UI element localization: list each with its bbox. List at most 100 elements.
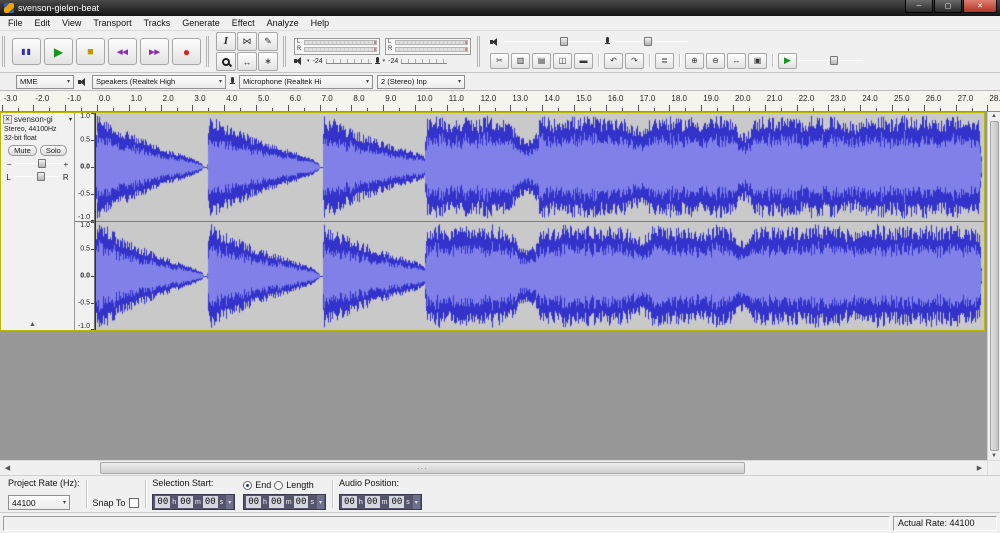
time-unit[interactable]: m [382,499,388,506]
toolbar-grabber[interactable] [206,36,211,67]
pan-slider-thumb[interactable] [37,172,45,181]
copy-button[interactable]: ▥ [511,53,530,69]
track-menu-arrow-icon[interactable]: ▾ [69,116,72,123]
selection-end-field[interactable]: 00h00m00s▾ [243,494,326,510]
maximize-button[interactable]: ▢ [934,0,962,13]
menu-transport[interactable]: Transport [87,16,137,30]
audio-position-field[interactable]: 00h00m00s▾ [339,494,422,510]
time-digit[interactable]: 00 [178,496,193,508]
draw-tool-button[interactable]: ✎ [258,32,278,51]
menu-generate[interactable]: Generate [176,16,226,30]
length-radio[interactable] [274,481,283,490]
time-unit[interactable]: s [310,499,314,506]
minimize-button[interactable]: ─ [905,0,933,13]
selection-tool-button[interactable]: I [216,32,236,51]
time-digit[interactable]: 00 [246,496,261,508]
track-name[interactable]: svenson-gi [14,115,53,124]
toolbar-grabber[interactable] [2,36,7,67]
time-digit[interactable]: 00 [294,496,309,508]
playback-device-select[interactable]: Speakers (Realtek High ▾ [92,75,226,89]
horizontal-scrollbar-track[interactable]: ··· [15,461,972,475]
snap-to-checkbox[interactable] [129,498,139,508]
close-button[interactable]: ✕ [963,0,997,13]
record-button[interactable]: ● [172,38,201,65]
menu-view[interactable]: View [56,16,87,30]
waveform-channel-right[interactable] [95,222,984,330]
play-button[interactable]: ▶ [44,38,73,65]
paste-button[interactable]: ▤ [532,53,551,69]
dropdown-arrow-icon[interactable]: ▾ [226,495,233,509]
recording-channels-select[interactable]: 2 (Stereo) Inp ▾ [377,75,465,89]
track-collapse-button[interactable]: ▲ [29,321,36,328]
dropdown-arrow-icon[interactable]: ▾ [413,495,420,509]
gain-slider[interactable] [15,159,61,169]
project-rate-select[interactable]: 44100 ▾ [8,495,70,510]
toolbar-grabber[interactable] [477,36,482,67]
time-unit[interactable]: m [286,499,292,506]
zoom-in-button[interactable]: ⊕ [685,53,704,69]
skip-to-start-button[interactable]: ◀◀ [108,38,137,65]
time-digit[interactable]: 00 [155,496,170,508]
sync-lock-button[interactable]: ≣ [655,53,674,69]
time-unit[interactable]: s [406,499,410,506]
input-volume-slider[interactable] [615,37,687,47]
vertical-scrollbar-thumb[interactable] [990,121,999,451]
time-digit[interactable]: 00 [365,496,380,508]
pause-button[interactable]: ▮▮ [12,38,41,65]
fit-project-button[interactable]: ▣ [748,53,767,69]
mute-button[interactable]: Mute [8,145,37,156]
playback-meter[interactable]: L R [294,38,380,55]
menu-tracks[interactable]: Tracks [138,16,177,30]
recording-meter[interactable]: L R [385,38,471,55]
time-unit[interactable]: h [172,499,176,506]
time-digit[interactable]: 00 [389,496,404,508]
output-volume-slider[interactable] [505,37,600,47]
zoom-tool-button[interactable] [216,52,236,71]
time-unit[interactable]: s [220,499,224,506]
gain-slider-thumb[interactable] [38,159,46,168]
multi-tool-button[interactable]: ∗ [258,52,278,71]
horizontal-scrollbar[interactable]: ◀ ··· ▶ [0,460,1000,475]
time-digit[interactable]: 00 [269,496,284,508]
selection-start-field[interactable]: 00h00m00s▾ [152,494,235,510]
menu-analyze[interactable]: Analyze [261,16,305,30]
time-digit[interactable]: 00 [203,496,218,508]
undo-button[interactable]: ↶ [604,53,623,69]
time-unit[interactable]: h [359,499,363,506]
track-close-button[interactable]: ✕ [3,115,12,124]
end-radio[interactable] [243,481,252,490]
menu-help[interactable]: Help [305,16,336,30]
zoom-out-button[interactable]: ⊖ [706,53,725,69]
redo-button[interactable]: ↷ [625,53,644,69]
toolbar-grabber[interactable] [283,36,288,67]
scroll-up-arrow-icon[interactable]: ▲ [991,113,997,119]
timeline-ruler[interactable]: -3.0-2.0-1.00.01.02.03.04.05.06.07.08.09… [0,91,1000,112]
time-digit[interactable]: 00 [342,496,357,508]
menu-file[interactable]: File [2,16,29,30]
length-radio-label[interactable]: Length [286,480,314,490]
silence-audio-button[interactable]: ▬ [574,53,593,69]
scroll-down-arrow-icon[interactable]: ▼ [991,453,997,459]
input-volume-thumb[interactable] [644,37,652,46]
skip-to-end-button[interactable]: ▶▶ [140,38,169,65]
solo-button[interactable]: Solo [40,145,67,156]
vertical-scrollbar[interactable]: ▲ ▼ [987,112,1000,460]
pan-slider[interactable] [14,172,60,182]
scroll-left-arrow-icon[interactable]: ◀ [0,461,15,475]
play-at-speed-button[interactable]: ▶ [778,53,797,69]
time-unit[interactable]: m [195,499,201,506]
menu-edit[interactable]: Edit [29,16,57,30]
dropdown-arrow-icon[interactable]: ▾ [307,58,310,64]
scroll-right-arrow-icon[interactable]: ▶ [972,461,987,475]
waveform-channel-left[interactable] [95,113,984,221]
dropdown-arrow-icon[interactable]: ▾ [317,495,324,509]
trim-audio-button[interactable]: ◫ [553,53,572,69]
horizontal-scrollbar-thumb[interactable]: ··· [100,462,745,474]
end-radio-label[interactable]: End [255,480,271,490]
stop-button[interactable]: ■ [76,38,105,65]
menu-effect[interactable]: Effect [226,16,261,30]
recording-device-select[interactable]: Microphone (Realtek Hi ▾ [239,75,373,89]
playback-speed-slider[interactable] [799,56,863,66]
timeshift-tool-button[interactable]: ↔ [237,52,257,71]
time-unit[interactable]: h [263,499,267,506]
